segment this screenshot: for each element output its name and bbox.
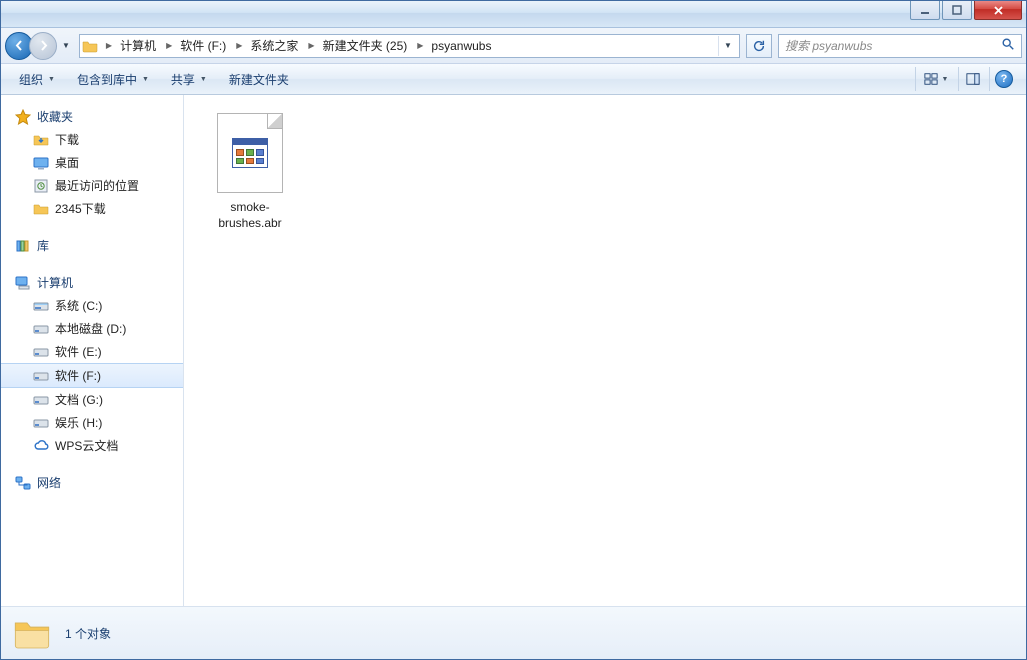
drive-icon — [33, 415, 49, 431]
network-header[interactable]: 网络 — [1, 471, 183, 494]
sidebar-item-wps-cloud[interactable]: WPS云文档 — [1, 434, 183, 457]
breadcrumb-sep[interactable]: ▶ — [413, 41, 427, 50]
network-group: 网络 — [1, 471, 183, 494]
sidebar-item-drive-e[interactable]: 软件 (E:) — [1, 340, 183, 363]
breadcrumb-current[interactable]: psyanwubs — [427, 35, 497, 57]
drive-icon — [33, 368, 49, 384]
nav-history-dropdown[interactable]: ▼ — [59, 38, 73, 53]
navigation-bar: ▼ ▶ 计算机 ▶ 软件 (F:) ▶ 系统之家 ▶ 新建文件夹 (25) ▶ … — [1, 28, 1026, 64]
sidebar-item-drive-f[interactable]: 软件 (F:) — [1, 363, 183, 388]
preview-pane-button[interactable] — [958, 67, 987, 91]
breadcrumb-sep[interactable]: ▶ — [304, 41, 318, 50]
organize-button[interactable]: 组织▼ — [9, 67, 65, 91]
drive-icon — [33, 321, 49, 337]
help-button[interactable]: ? — [989, 67, 1018, 91]
search-icon[interactable] — [1001, 37, 1015, 54]
cloud-icon — [33, 438, 49, 454]
new-folder-button[interactable]: 新建文件夹 — [219, 67, 299, 91]
status-count: 1 个对象 — [65, 625, 111, 642]
sidebar-item-recent[interactable]: 最近访问的位置 — [1, 174, 183, 197]
file-icon-abr — [217, 113, 283, 193]
folder-icon — [82, 38, 98, 54]
recent-icon — [33, 178, 49, 194]
forward-button[interactable] — [29, 32, 57, 60]
breadcrumb-drive[interactable]: 软件 (F:) — [176, 35, 232, 57]
window-controls — [910, 1, 1022, 20]
address-bar[interactable]: ▶ 计算机 ▶ 软件 (F:) ▶ 系统之家 ▶ 新建文件夹 (25) ▶ ps… — [79, 34, 740, 58]
breadcrumb-sep[interactable]: ▶ — [102, 41, 116, 50]
sidebar-item-drive-g[interactable]: 文档 (G:) — [1, 388, 183, 411]
title-bar — [1, 1, 1026, 28]
refresh-button[interactable] — [746, 34, 772, 58]
folder-icon — [33, 201, 49, 217]
minimize-button[interactable] — [910, 1, 940, 20]
breadcrumb-computer[interactable]: 计算机 — [116, 35, 162, 57]
breadcrumb-folder-1[interactable]: 系统之家 — [246, 35, 304, 57]
file-list[interactable]: smoke-brushes.abr — [184, 95, 1026, 606]
file-item[interactable]: smoke-brushes.abr — [198, 109, 302, 235]
body: 收藏夹 下载 桌面 最近访问的位置 2345下载 — [1, 95, 1026, 606]
status-folder-icon — [11, 613, 53, 653]
computer-icon — [15, 275, 31, 291]
sidebar-item-2345downloads[interactable]: 2345下载 — [1, 197, 183, 220]
star-icon — [15, 109, 31, 125]
drive-icon — [33, 344, 49, 360]
sidebar-item-desktop[interactable]: 桌面 — [1, 151, 183, 174]
explorer-window: ▼ ▶ 计算机 ▶ 软件 (F:) ▶ 系统之家 ▶ 新建文件夹 (25) ▶ … — [0, 0, 1027, 660]
search-placeholder: 搜索 psyanwubs — [785, 37, 872, 54]
view-options-button[interactable]: ▼ — [915, 67, 956, 91]
status-bar: 1 个对象 — [1, 606, 1026, 659]
close-button[interactable] — [974, 1, 1022, 20]
favorites-header[interactable]: 收藏夹 — [1, 105, 183, 128]
computer-header[interactable]: 计算机 — [1, 271, 183, 294]
search-box[interactable]: 搜索 psyanwubs — [778, 34, 1022, 58]
help-icon: ? — [995, 70, 1013, 88]
computer-group: 计算机 系统 (C:) 本地磁盘 (D:) 软件 (E:) 软件 (F:) — [1, 271, 183, 457]
network-icon — [15, 475, 31, 491]
breadcrumb-sep[interactable]: ▶ — [232, 41, 246, 50]
sidebar-item-downloads[interactable]: 下载 — [1, 128, 183, 151]
sidebar-item-drive-c[interactable]: 系统 (C:) — [1, 294, 183, 317]
libraries-header[interactable]: 库 — [1, 234, 183, 257]
breadcrumb-sep[interactable]: ▶ — [162, 41, 176, 50]
libraries-group: 库 — [1, 234, 183, 257]
drive-icon — [33, 392, 49, 408]
maximize-button[interactable] — [942, 1, 972, 20]
address-dropdown[interactable]: ▼ — [718, 36, 737, 56]
share-button[interactable]: 共享▼ — [161, 67, 217, 91]
command-bar: 组织▼ 包含到库中▼ 共享▼ 新建文件夹 ▼ ? — [1, 64, 1026, 95]
file-name: smoke-brushes.abr — [202, 199, 298, 231]
sidebar-item-drive-h[interactable]: 娱乐 (H:) — [1, 411, 183, 434]
include-in-library-button[interactable]: 包含到库中▼ — [67, 67, 159, 91]
nav-back-forward: ▼ — [5, 32, 73, 60]
desktop-icon — [33, 155, 49, 171]
library-icon — [15, 238, 31, 254]
breadcrumb-folder-2[interactable]: 新建文件夹 (25) — [319, 35, 414, 57]
sidebar-item-drive-d[interactable]: 本地磁盘 (D:) — [1, 317, 183, 340]
navigation-pane: 收藏夹 下载 桌面 最近访问的位置 2345下载 — [1, 95, 184, 606]
drive-icon — [33, 298, 49, 314]
folder-icon — [33, 132, 49, 148]
favorites-group: 收藏夹 下载 桌面 最近访问的位置 2345下载 — [1, 105, 183, 220]
